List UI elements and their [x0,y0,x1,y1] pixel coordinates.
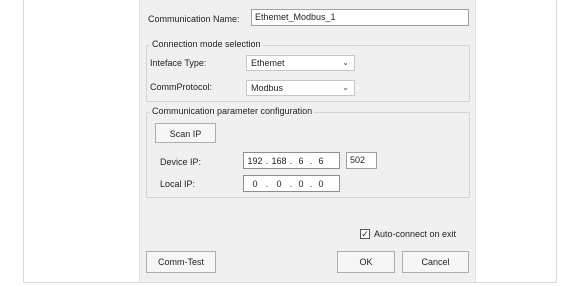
comm-params-title: Communication parameter configuration [150,106,315,116]
connection-mode-title: Connection mode selection [150,39,263,49]
local-ip-label: Local IP: [160,179,196,189]
ip-dot: . [309,155,313,166]
device-ip-octet-4: 6 [318,155,324,166]
communication-dialog: Communication Name: Ethemet_Modbus_1 Con… [139,0,476,282]
scan-ip-button[interactable]: Scan IP [155,123,216,143]
ip-dot: . [265,155,269,166]
auto-connect-checkbox[interactable]: ✓ [360,229,370,239]
connection-mode-group: Connection mode selection Inteface Type:… [146,39,470,102]
auto-connect-label: Auto-connect on exit [374,229,457,239]
comm-protocol-label: CommProtocol: [150,82,213,92]
ip-dot: . [289,155,293,166]
comm-protocol-select[interactable]: Modbus ⌄ [246,80,355,96]
local-ip-octet-4: 0 [318,178,324,189]
device-ip-input[interactable]: 192 . 168 . 6 . 6 [243,152,340,169]
chevron-down-icon: ⌄ [342,58,349,67]
device-ip-octet-3: 6 [298,155,304,166]
chevron-down-icon: ⌄ [342,83,349,92]
device-port-input[interactable]: 502 [346,152,377,169]
local-ip-octet-3: 0 [298,178,304,189]
device-ip-octet-2: 168 [271,155,287,166]
ok-button[interactable]: OK [337,251,395,273]
interface-type-select[interactable]: Ethemet ⌄ [246,55,355,71]
local-ip-octet-2: 0 [276,178,282,189]
device-ip-octet-1: 192 [247,155,263,166]
interface-type-label: Inteface Type: [150,58,207,68]
interface-type-value: Ethemet [251,58,285,68]
comm-protocol-value: Modbus [251,83,284,93]
checkmark-icon: ✓ [361,229,369,239]
comm-params-group: Communication parameter configuration Sc… [146,106,470,198]
local-ip-input[interactable]: 0 . 0 . 0 . 0 [243,175,340,192]
ip-dot: . [289,178,293,189]
ip-dot: . [265,178,269,189]
ip-dot: . [309,178,313,189]
communication-name-input[interactable]: Ethemet_Modbus_1 [251,9,469,26]
communication-name-label: Communication Name: [148,14,240,24]
cancel-button[interactable]: Cancel [402,251,469,273]
device-ip-label: Device IP: [160,157,202,167]
local-ip-octet-1: 0 [252,178,258,189]
comm-test-button[interactable]: Comm-Test [146,251,216,273]
